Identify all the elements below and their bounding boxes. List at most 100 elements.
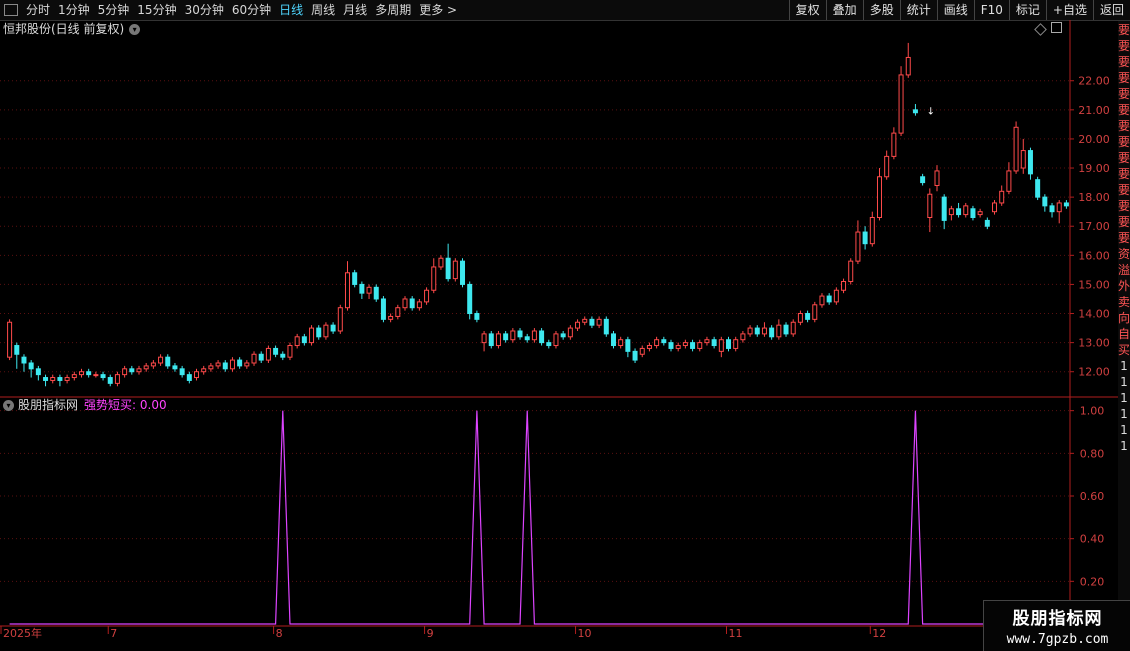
candle-up: [898, 74, 904, 134]
side-strip-char: 向: [1118, 311, 1130, 325]
candle-down: [783, 324, 789, 335]
period-tab-5[interactable]: 60分钟: [228, 0, 275, 20]
watermark-url: www.7gpzb.com: [1006, 632, 1109, 647]
period-tab-9[interactable]: 多周期: [371, 0, 415, 20]
indicator-title-bar: ▾ 股朋指标网 强势短买: 0.00: [3, 398, 167, 412]
price-tick-label: 15.00: [1078, 278, 1110, 291]
candle-up: [948, 208, 954, 216]
candle-down: [805, 313, 811, 320]
watermark-brand: 股朋指标网: [1012, 609, 1103, 629]
candle-down: [1027, 150, 1033, 175]
candle-down: [57, 377, 63, 381]
period-tab-1[interactable]: 1分钟: [54, 0, 94, 20]
candle-down: [179, 368, 185, 376]
candle-up: [1056, 202, 1062, 213]
candle-up: [855, 231, 861, 262]
tool-button-4[interactable]: 画线: [936, 0, 974, 20]
tool-button-2[interactable]: 多股: [862, 0, 900, 20]
candle-up: [675, 345, 681, 349]
tool-buttons: 复权 叠加 多股 统计 画线 F10 标记 +自选 返回: [788, 0, 1130, 20]
peak-annotation: ↓: [927, 107, 935, 118]
candle-up: [790, 321, 796, 335]
side-strip-char: 1: [1120, 423, 1128, 437]
candle-down: [488, 333, 494, 347]
candle-up: [841, 281, 847, 291]
candle-up: [905, 56, 911, 76]
candle-up: [927, 193, 933, 219]
candle-up: [654, 339, 660, 347]
price-tick-label: 17.00: [1078, 220, 1110, 233]
candle-down: [129, 368, 135, 373]
candle-up: [402, 298, 408, 309]
period-tab-7[interactable]: 周线: [307, 0, 339, 20]
candle-up: [114, 374, 120, 384]
price-tick-label: 14.00: [1078, 308, 1110, 321]
candle-up: [136, 368, 142, 373]
candle-down: [690, 342, 696, 349]
period-tab-10[interactable]: 更多 >: [415, 0, 461, 20]
chevron-down-icon[interactable]: ▾: [3, 399, 14, 411]
candle-up: [646, 345, 652, 349]
candle-up: [697, 342, 703, 349]
tool-button-5[interactable]: F10: [973, 0, 1009, 20]
candle-down: [237, 359, 243, 367]
candle-up: [452, 260, 458, 280]
candle-down: [107, 377, 113, 384]
candle-up: [747, 327, 753, 335]
candle-down: [726, 339, 732, 349]
side-strip-char: 要: [1118, 87, 1130, 101]
candle-down: [258, 353, 264, 361]
candle-up: [596, 318, 602, 326]
candle-up: [424, 289, 430, 303]
candle-up: [761, 327, 767, 335]
menu-icon[interactable]: [4, 4, 18, 16]
candle-up: [251, 353, 257, 364]
tool-button-6[interactable]: 标记: [1008, 0, 1046, 20]
tool-button-3[interactable]: 统计: [899, 0, 937, 20]
time-label: 10: [578, 627, 592, 640]
candle-up: [575, 321, 581, 329]
tool-button-7[interactable]: +自选: [1045, 0, 1093, 20]
candle-up: [194, 371, 200, 379]
period-tab-3[interactable]: 15分钟: [133, 0, 180, 20]
candle-up: [158, 356, 164, 364]
candle-down: [273, 347, 279, 355]
watermark: 股朋指标网 www.7gpzb.com: [983, 600, 1130, 651]
period-tab-0[interactable]: 分时: [22, 0, 54, 20]
candle-down: [186, 374, 192, 381]
side-strip-char: 要: [1118, 231, 1130, 245]
candle-up: [819, 295, 825, 306]
period-tab-8[interactable]: 月线: [339, 0, 371, 20]
candle-down: [546, 342, 552, 347]
price-tick-label: 12.00: [1078, 366, 1110, 379]
candle-down: [409, 298, 415, 309]
period-tabs: 分时 1分钟 5分钟 15分钟 30分钟 60分钟 日线 周线 月线 多周期 更多 >: [22, 0, 461, 20]
candle-up: [1006, 170, 1012, 192]
tool-button-1[interactable]: 叠加: [825, 0, 863, 20]
period-tab-6[interactable]: 日线: [275, 0, 307, 20]
tool-button-0[interactable]: 复权: [788, 0, 826, 20]
candle-up: [740, 333, 746, 341]
candle-down: [280, 353, 286, 358]
candle-down: [632, 350, 638, 361]
period-tab-2[interactable]: 5分钟: [94, 0, 134, 20]
side-strip-char: 要: [1118, 71, 1130, 85]
candle-up: [150, 362, 156, 367]
candle-up: [567, 327, 573, 338]
candle-up: [992, 202, 998, 213]
candle-up: [337, 307, 343, 332]
candle-down: [222, 362, 228, 370]
tool-button-8[interactable]: 返回: [1092, 0, 1130, 20]
candle-up: [1020, 150, 1026, 169]
candle-down: [316, 327, 322, 338]
price-chart[interactable]: 12.00 13.00 14.00 15.00 16.00 17.00 18.00 19.00…: [0, 20, 1118, 650]
candle-down: [625, 339, 631, 352]
side-strip-char: 买: [1118, 343, 1130, 357]
candle-up: [122, 368, 128, 376]
candle-up: [229, 359, 235, 370]
candle-down: [1049, 205, 1055, 213]
candle-up: [208, 365, 214, 370]
candle-down: [503, 333, 509, 341]
candle-up: [143, 365, 149, 370]
period-tab-4[interactable]: 30分钟: [181, 0, 228, 20]
